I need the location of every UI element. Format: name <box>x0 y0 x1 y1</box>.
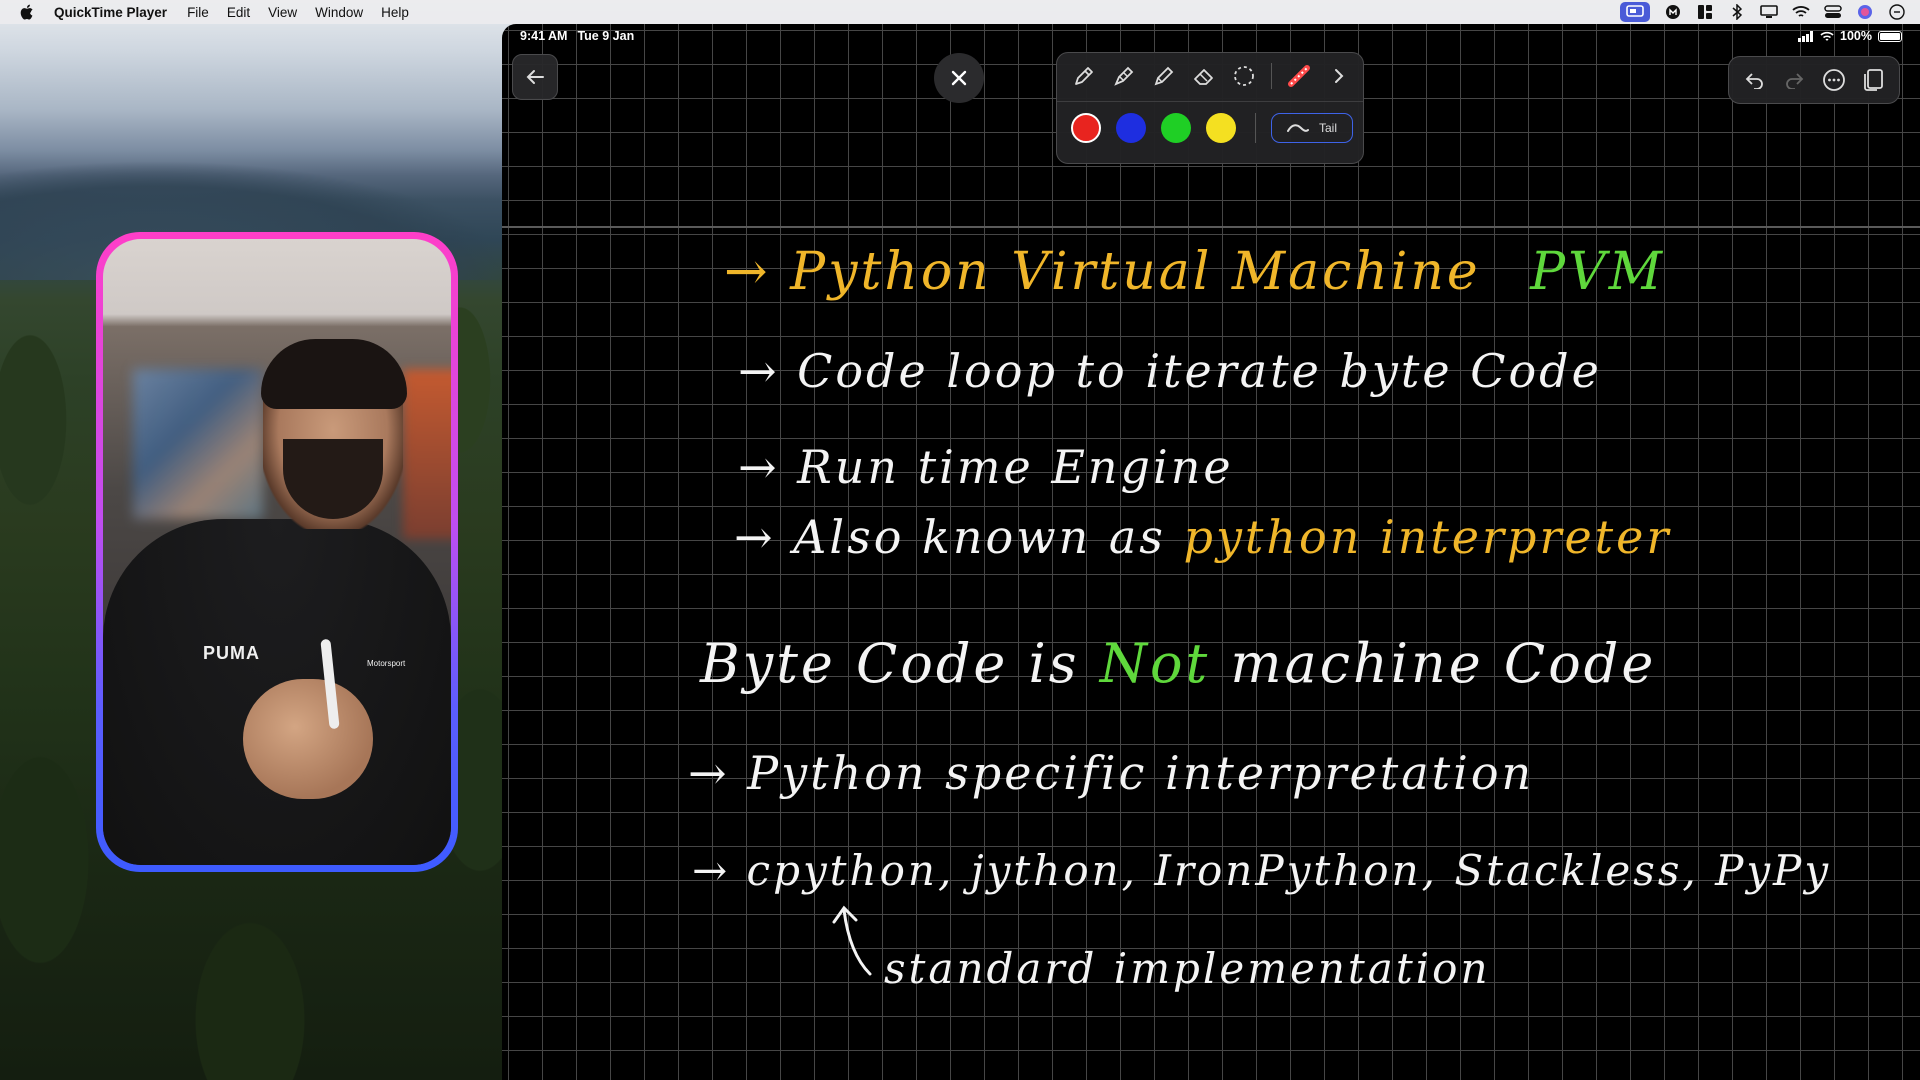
camera-overlay[interactable]: PUMA Motorsport <box>96 232 458 872</box>
window-layout-icon[interactable] <box>1696 4 1714 20</box>
siri-icon[interactable] <box>1856 4 1874 20</box>
note-arrow: → <box>724 242 771 302</box>
menu-help[interactable]: Help <box>381 5 409 20</box>
document-actions <box>1728 56 1900 104</box>
ipad-status-bar: 9:41 AM Tue 9 Jan 100% <box>502 24 1920 48</box>
note-python-interpreter: python interpreter <box>1183 510 1672 564</box>
status-date: Tue 9 Jan <box>577 29 635 43</box>
note-line-runtime: → Run time Engine <box>738 440 1234 494</box>
note-bytecode-is: Byte Code is <box>700 632 1080 695</box>
note-line-bytecode: Byte Code is Not machine Code <box>700 632 1656 695</box>
undo-icon <box>1745 73 1763 89</box>
app-name-menu[interactable]: QuickTime Player <box>54 5 167 20</box>
pen-tool-icon[interactable] <box>1071 63 1097 89</box>
note-line-pvm: → Python Virtual Machine PVM <box>724 242 1665 302</box>
lasso-tool-icon[interactable] <box>1231 63 1257 89</box>
color-swatch-green[interactable] <box>1161 113 1191 143</box>
annotation-arrow <box>832 905 872 976</box>
menu-view[interactable]: View <box>268 5 297 20</box>
drawing-toolbar: Tail <box>1056 52 1364 164</box>
jacket-brand: PUMA <box>203 643 260 663</box>
toolbar-separator <box>1271 63 1272 89</box>
color-swatch-blue[interactable] <box>1116 113 1146 143</box>
chevron-right-icon[interactable] <box>1326 63 1352 89</box>
more-options-button[interactable] <box>1820 66 1848 94</box>
highlighter-tool-icon[interactable] <box>1151 63 1177 89</box>
undo-button[interactable] <box>1741 66 1769 94</box>
note-line-interpreter: → Also known as python interpreter <box>734 510 1671 564</box>
back-button[interactable] <box>512 54 558 100</box>
control-center-icon[interactable] <box>1824 4 1842 20</box>
note-pvm-title: Python Virtual Machine <box>790 242 1481 302</box>
presenter-hair <box>261 339 407 409</box>
toolbar-divider <box>1057 101 1363 102</box>
note-line-specific: → Python specific interpretation <box>688 746 1535 800</box>
bluetooth-icon[interactable] <box>1728 4 1746 20</box>
screen-mirroring-icon[interactable] <box>1620 2 1650 22</box>
note-line-standard: standard implementation <box>884 944 1491 993</box>
apple-icon[interactable] <box>20 4 34 20</box>
jacket-badge: Motorsport <box>367 659 406 668</box>
user-switch-icon[interactable] <box>1888 4 1906 20</box>
pages-icon <box>1864 69 1884 91</box>
eraser-tool-icon[interactable] <box>1191 63 1217 89</box>
menu-edit[interactable]: Edit <box>227 5 250 20</box>
wifi-icon <box>1820 31 1834 41</box>
marker-tool-icon[interactable] <box>1111 63 1137 89</box>
pages-button[interactable] <box>1859 66 1887 94</box>
camera-video: PUMA Motorsport <box>103 239 451 865</box>
page-separator-line <box>502 226 1920 228</box>
color-swatch-red[interactable] <box>1071 113 1101 143</box>
stroke-curve-icon <box>1286 124 1309 132</box>
status-time: 9:41 AM <box>520 29 568 43</box>
close-icon <box>951 70 967 86</box>
redo-icon <box>1786 73 1804 89</box>
note-machine-code: machine Code <box>1230 632 1657 695</box>
background-poster <box>133 369 263 519</box>
ellipsis-circle-icon <box>1822 69 1845 91</box>
menu-file[interactable]: File <box>187 5 209 20</box>
record-icon[interactable] <box>1664 4 1682 20</box>
note-line-implementations: → cpython, jython, IronPython, Stackless… <box>692 846 1832 895</box>
battery-icon <box>1878 30 1902 42</box>
cellular-icon <box>1798 30 1814 42</box>
display-icon[interactable] <box>1760 4 1778 20</box>
note-also-known-as: → Also known as <box>734 510 1166 564</box>
ipad-screen[interactable]: 9:41 AM Tue 9 Jan 100% Tail → Python Vir… <box>502 24 1920 1080</box>
arrow-left-icon <box>526 70 544 84</box>
menu-bar: QuickTime Player File Edit View Window H… <box>0 0 1920 24</box>
tail-label: Tail <box>1318 121 1337 135</box>
toolbar-separator <box>1255 113 1256 143</box>
ruler-tool-icon[interactable] <box>1286 63 1312 89</box>
background-panel <box>403 369 451 539</box>
menu-window[interactable]: Window <box>315 5 363 20</box>
wifi-icon[interactable] <box>1792 4 1810 20</box>
battery-percent: 100% <box>1840 29 1872 43</box>
note-line-code-loop: → Code loop to iterate byte Code <box>738 344 1602 398</box>
tail-stroke-button[interactable]: Tail <box>1271 113 1353 143</box>
close-toolbar-button[interactable] <box>934 53 984 103</box>
presenter-hand <box>243 679 373 799</box>
note-pvm-abbr: PVM <box>1530 242 1665 302</box>
color-swatch-yellow[interactable] <box>1206 113 1236 143</box>
note-not: Not <box>1099 632 1211 695</box>
redo-button[interactable] <box>1780 66 1808 94</box>
